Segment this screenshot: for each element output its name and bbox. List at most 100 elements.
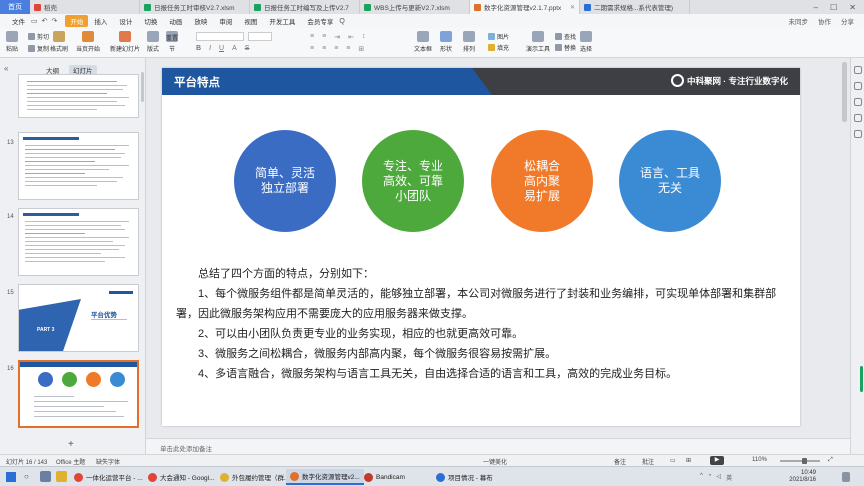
menu-transition[interactable]: 切换	[138, 16, 163, 26]
slideshow-play-button[interactable]: ▶	[710, 456, 724, 465]
panel-scrollbar[interactable]	[141, 72, 144, 102]
notes-pane[interactable]: 单击此处添加备注	[146, 438, 850, 454]
presentation-tool-button[interactable]: 演示工具	[526, 31, 550, 53]
fill-button[interactable]: 填充	[488, 43, 509, 52]
taskbar-app-notice[interactable]: 大会通知 - Googl...	[144, 469, 219, 485]
italic-icon[interactable]: I	[209, 45, 211, 52]
font-name-input[interactable]	[196, 32, 244, 41]
collaborate-button[interactable]: 协作	[818, 16, 831, 26]
redo-icon[interactable]: ↷	[52, 17, 58, 25]
strikethrough-icon[interactable]: S	[245, 45, 250, 52]
find-button[interactable]: 查找	[555, 32, 576, 41]
sorter-view-icon[interactable]: ⊞	[686, 457, 691, 464]
menu-member[interactable]: 会员专享	[301, 16, 339, 26]
menu-view[interactable]: 视图	[238, 16, 263, 26]
input-language[interactable]: 英	[726, 473, 732, 482]
network-icon[interactable]: ◔	[708, 473, 712, 482]
copy-button[interactable]: 复制	[28, 44, 49, 53]
taskbar-app-bandicam[interactable]: Bandicam	[360, 469, 409, 485]
zoom-slider-handle[interactable]	[802, 458, 807, 464]
bullets-icon[interactable]: ≡	[310, 33, 314, 41]
layout-button[interactable]: 版式	[147, 31, 159, 53]
normal-view-icon[interactable]: ▭	[670, 457, 676, 464]
settings-icon[interactable]	[854, 114, 862, 122]
slide-thumbnail-12[interactable]	[18, 74, 139, 118]
maximize-icon[interactable]: ☐	[830, 3, 837, 12]
font-size-input[interactable]	[248, 32, 272, 41]
home-tab[interactable]: 首页	[0, 0, 30, 14]
summary-textbox[interactable]: 总结了四个方面的特点，分别如下： 1、每个微服务组件都是简单灵活的，能够独立部署…	[176, 264, 786, 384]
scrollbar-thumb[interactable]	[842, 62, 847, 122]
undo-icon[interactable]: ↶	[42, 17, 48, 25]
taskbar-app-mubu[interactable]: 项目情况 - 幕布	[432, 469, 497, 485]
slide-thumbnail-13[interactable]	[18, 132, 139, 200]
menu-insert[interactable]: 插入	[88, 16, 113, 26]
zoom-level[interactable]: 110%	[752, 457, 767, 463]
format-painter-button[interactable]: 格式刷	[50, 31, 68, 53]
slide-thumbnail-16[interactable]	[18, 360, 139, 428]
numbering-icon[interactable]: ≡	[322, 33, 326, 41]
textbox-button[interactable]: 文本框	[414, 31, 432, 53]
outdent-icon[interactable]: ⇤	[348, 33, 354, 41]
slide-thumbnail-14[interactable]	[18, 208, 139, 276]
feature-circle-simple[interactable]: 简单、灵活 独立部署	[234, 130, 336, 232]
notifications-icon[interactable]	[842, 472, 850, 482]
zoom-slider[interactable]	[780, 458, 820, 464]
save-icon[interactable]: ▭	[31, 17, 38, 25]
tab-pptx[interactable]: 数字化资源管理v2.1.7.pptx ✕	[470, 0, 580, 14]
align-left-icon[interactable]: ≡	[310, 45, 314, 53]
menu-design[interactable]: 设计	[113, 16, 138, 26]
menu-animation[interactable]: 动画	[163, 16, 188, 26]
slide-title[interactable]: 平台特点	[174, 74, 220, 90]
search-icon[interactable]: Q	[339, 18, 344, 25]
new-slide-button[interactable]: 新建幻灯片	[110, 31, 140, 53]
paste-button[interactable]: 粘贴	[6, 31, 18, 53]
menu-review[interactable]: 审阅	[213, 16, 238, 26]
slide[interactable]: 平台特点 中科聚网 · 专注行业数字化 简单、灵活 独立部署 专注、专业 高效、…	[162, 68, 800, 426]
task-view-icon[interactable]	[40, 471, 51, 482]
indent-icon[interactable]: ⇥	[334, 33, 340, 41]
bold-icon[interactable]: B	[196, 45, 201, 52]
menu-slideshow[interactable]: 放映	[188, 16, 213, 26]
reset-button[interactable]: 重置	[166, 33, 178, 42]
underline-icon[interactable]: U	[219, 45, 224, 52]
menu-file[interactable]: 文件	[6, 16, 31, 26]
tab-requirements[interactable]: 二期需求规格...系代表管理)	[580, 0, 690, 14]
star-icon[interactable]	[854, 98, 862, 106]
explorer-icon[interactable]	[56, 471, 67, 482]
tab-daily-review[interactable]: 日报任务工时审核V2.7.xlsm	[140, 0, 250, 14]
tab-daoke[interactable]: 稻壳	[30, 0, 140, 14]
beautify-button[interactable]: 一键美化	[483, 457, 507, 466]
canvas-scrollbar[interactable]	[840, 58, 850, 438]
clipboard-icon[interactable]	[854, 130, 862, 138]
align-center-icon[interactable]: ≡	[322, 45, 326, 53]
feature-circle-language[interactable]: 语言、工具 无关	[619, 130, 721, 232]
share-button[interactable]: 分享	[841, 16, 854, 26]
chevron-up-icon[interactable]: ^	[700, 473, 703, 482]
feature-circle-coupling[interactable]: 松耦合 高内聚 易扩展	[491, 130, 593, 232]
picture-button[interactable]: 图片	[488, 32, 509, 41]
font-color-icon[interactable]: A	[232, 45, 237, 52]
close-icon[interactable]: ✕	[570, 4, 575, 11]
menu-home[interactable]: 开始	[65, 15, 89, 27]
shape-button[interactable]: 形状	[440, 31, 452, 53]
tab-daily-write[interactable]: 日报任务工时编写及上传V2.7	[250, 0, 360, 14]
sync-status[interactable]: 未同步	[789, 16, 809, 26]
missing-font-button[interactable]: 缺失字体	[96, 457, 120, 466]
windows-start-icon[interactable]	[6, 472, 16, 482]
minimize-icon[interactable]: –	[814, 3, 818, 12]
clock[interactable]: 10:49 2021/8/16	[760, 470, 816, 484]
taskbar-app-ppt[interactable]: 数字化资源管理v2...	[286, 469, 364, 485]
play-from-current-button[interactable]: 当页开始	[76, 31, 100, 53]
arrange-button[interactable]: 排列	[463, 31, 475, 53]
align-right-icon[interactable]: ≡	[334, 45, 338, 53]
replace-button[interactable]: 替换	[555, 43, 576, 52]
taskbar-app-outsource[interactable]: 外包履约管理（群...	[216, 469, 293, 485]
volume-icon[interactable]: ◁	[716, 473, 721, 482]
justify-icon[interactable]: ≡	[346, 45, 350, 53]
line-spacing-icon[interactable]: ↕	[362, 33, 366, 41]
feature-circle-team[interactable]: 专注、专业 高效、可靠 小团队	[362, 130, 464, 232]
collapse-right-icon[interactable]	[854, 66, 862, 74]
fit-icon[interactable]: ⤢	[828, 457, 833, 464]
select-button[interactable]: 选择	[580, 31, 592, 53]
